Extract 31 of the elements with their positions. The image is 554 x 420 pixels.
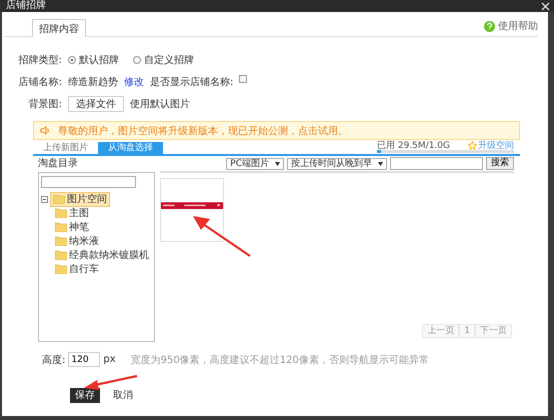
file-note: 使用默认图片 — [130, 98, 190, 111]
directory-title: 淘盘目录 — [38, 157, 79, 171]
radio-option[interactable]: 自定义招牌 — [133, 53, 194, 67]
field-label: 背景图: — [28, 98, 62, 111]
folder-item[interactable]: 纳米液 — [53, 234, 101, 248]
field-label: 是否显示店铺名称: — [150, 76, 234, 89]
field-label: 店铺名称: — [18, 76, 62, 89]
choose-file-button[interactable]: 选择文件 — [68, 96, 124, 112]
folder-item[interactable]: 主图 — [53, 206, 91, 220]
edit-link[interactable]: 修改 — [124, 75, 144, 89]
unit-label: px — [103, 354, 116, 365]
help-link[interactable]: 使用帮助 — [498, 19, 538, 33]
dropdown[interactable]: 按上传时间从晚到早 — [287, 158, 387, 170]
folder-item[interactable]: 经典款纳米镀膜机 — [53, 248, 151, 262]
folder-item[interactable]: 图片空间 — [50, 192, 110, 206]
radio-label[interactable]: 自定义招牌 — [144, 53, 194, 67]
tab[interactable]: 招牌内容 — [32, 19, 86, 37]
hint-text: 宽度为950像素，高度建议不超过120像素，否则导航显示可能异常 — [130, 354, 429, 366]
radio-option[interactable]: 默认招牌 — [68, 53, 119, 67]
height-input[interactable]: 120 — [68, 352, 100, 367]
storage-reading: 已用 29.5M/1.0G — [377, 140, 450, 152]
radio-label[interactable]: 默认招牌 — [79, 53, 119, 67]
search-button[interactable]: 搜索 — [486, 157, 514, 170]
dropdown[interactable]: PC端图片 — [226, 158, 284, 170]
shop-name: 缔造新趋势 — [68, 76, 118, 89]
field-label: 高度: — [42, 354, 66, 366]
save-button[interactable]: 保存 — [70, 388, 100, 403]
folder-item[interactable]: 神笔 — [53, 220, 91, 234]
folder-item[interactable]: 自行车 — [53, 262, 101, 276]
cancel-button[interactable]: 取消 — [108, 388, 138, 403]
field-label: 招牌类型: — [18, 54, 62, 67]
